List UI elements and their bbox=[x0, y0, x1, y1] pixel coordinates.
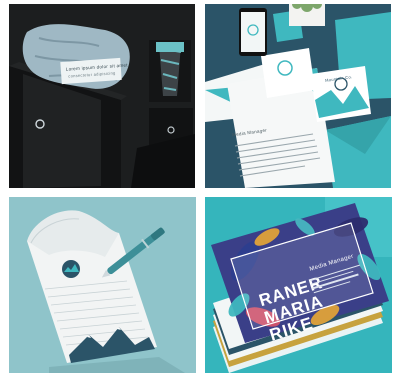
notepad-mockup-image bbox=[9, 197, 196, 373]
packaging-mockup-image bbox=[9, 4, 195, 188]
gallery-tile-packaging[interactable]: Lorem ipsum dolor sit amet consectetur a… bbox=[9, 4, 195, 188]
gallery-tile-notepad[interactable] bbox=[9, 197, 196, 373]
gallery-tile-business-cards[interactable]: RANER MARIA RIKE Media Manager bbox=[205, 197, 392, 373]
stationery-mockup-image bbox=[205, 4, 391, 188]
packaging-label-subtext: consectetur adipisicing bbox=[68, 70, 116, 79]
packaging-label-card: Lorem ipsum dolor sit amet consectetur a… bbox=[60, 57, 128, 85]
gallery-tile-stationery[interactable]: Media Manager Mountain Co. bbox=[205, 4, 391, 188]
